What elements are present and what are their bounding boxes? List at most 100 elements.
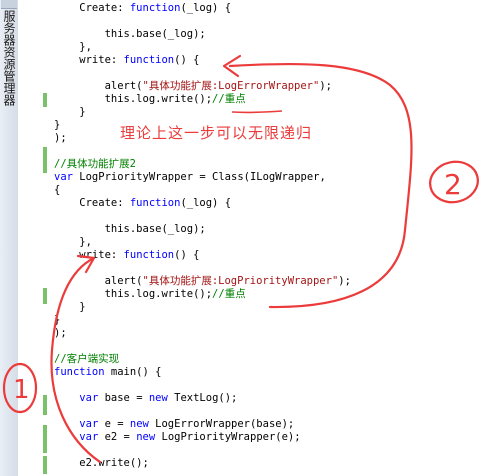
code-text: base = [98, 392, 149, 404]
code-line[interactable] [54, 444, 493, 457]
code-line[interactable]: Create: function(_log) { [54, 2, 493, 15]
code-text: (_log) { [180, 197, 232, 209]
code-line[interactable] [54, 405, 493, 418]
code-comment: //具体功能扩展2 [54, 158, 136, 170]
change-marker [43, 395, 47, 415]
code-line[interactable]: alert("具体功能扩展:LogPriorityWrapper"); [54, 275, 493, 288]
code-line[interactable]: var LogPriorityWrapper = Class(ILogWrapp… [54, 171, 493, 184]
code-text: this.log.write(); [54, 93, 213, 105]
code-line[interactable] [54, 340, 493, 353]
code-line[interactable]: this.log.write();//重点 [54, 288, 493, 301]
code-keyword: function [123, 249, 175, 261]
code-keyword: new [136, 431, 156, 443]
code-text: } [54, 314, 61, 326]
change-marker [43, 425, 47, 453]
code-text: e2.write(); [54, 457, 149, 469]
code-line[interactable]: var base = new TextLog(); [54, 392, 493, 405]
code-text: TextLog(); [167, 392, 238, 404]
code-line[interactable]: }, [54, 236, 493, 249]
code-line[interactable]: alert("具体功能扩展:LogErrorWrapper"); [54, 80, 493, 93]
code-line[interactable]: function main() { [54, 366, 493, 379]
code-keyword: function [129, 2, 181, 14]
change-marker [43, 456, 47, 474]
server-explorer-tab-label[interactable]: 服务器资源管理器 [2, 10, 16, 106]
code-line[interactable]: var e2 = new LogPriorityWrapper(e); [54, 431, 493, 444]
code-text: alert( [54, 80, 143, 92]
code-text: LogPriorityWrapper(e); [155, 431, 301, 443]
code-line[interactable]: Create: function(_log) { [54, 197, 493, 210]
code-line[interactable]: } [54, 301, 493, 314]
code-keyword: function [123, 54, 175, 66]
change-marker [43, 288, 47, 304]
code-keyword: var [79, 431, 99, 443]
code-line[interactable]: { [54, 184, 493, 197]
code-keyword: var [79, 418, 99, 430]
code-line[interactable]: } [54, 106, 493, 119]
code-comment: //重点 [212, 93, 246, 105]
code-line[interactable]: e2.write(); [54, 457, 493, 470]
code-line[interactable]: write: function() { [54, 54, 493, 67]
code-line[interactable]: ); [54, 327, 493, 340]
code-text: LogPriorityWrapper = Class(ILogWrapper, [72, 171, 326, 183]
code-text: e2 = [98, 431, 137, 443]
code-keyword: function [129, 197, 181, 209]
code-text: (_log) { [180, 2, 232, 14]
code-text: this.base(_log); [54, 28, 206, 40]
code-line[interactable]: this.log.write();//重点 [54, 93, 493, 106]
code-line[interactable]: //客户端实现 [54, 353, 493, 366]
code-text: this.base(_log); [54, 223, 206, 235]
code-line[interactable] [54, 145, 493, 158]
code-text: Create: [54, 197, 130, 209]
code-line[interactable]: write: function() { [54, 249, 493, 262]
editor-gutter [18, 0, 44, 476]
code-keyword: var [54, 171, 73, 183]
code-string: "具体功能扩展:LogPriorityWrapper" [142, 275, 339, 287]
code-line[interactable] [54, 379, 493, 392]
code-text: }, [54, 236, 92, 248]
code-editor[interactable]: Create: function(_log) { this.base(_log)… [54, 2, 493, 470]
change-marker [43, 147, 47, 173]
code-text: this.log.write(); [54, 288, 213, 300]
code-text: } [54, 119, 61, 131]
code-text: () { [174, 249, 200, 261]
code-keyword: var [79, 392, 99, 404]
code-text: } [54, 106, 86, 118]
code-line[interactable]: } [54, 314, 493, 327]
code-text: { [54, 184, 61, 196]
code-line[interactable]: var e = new LogErrorWrapper(base); [54, 418, 493, 431]
code-line[interactable]: this.base(_log); [54, 28, 493, 41]
code-text: ); [319, 80, 332, 92]
code-text: ); [338, 275, 351, 287]
code-text: write: [54, 54, 124, 66]
code-text: write: [54, 249, 124, 261]
code-keyword: new [129, 418, 149, 430]
code-line[interactable] [54, 15, 493, 28]
code-comment: //重点 [212, 288, 246, 300]
sidebar-collapse-handle[interactable] [1, 0, 17, 9]
code-line[interactable]: this.base(_log); [54, 223, 493, 236]
code-text: e = [98, 418, 130, 430]
code-keyword: new [148, 392, 168, 404]
code-text: }, [54, 41, 92, 53]
code-line[interactable] [54, 210, 493, 223]
server-explorer-sidebar[interactable]: 服务器资源管理器 [0, 0, 19, 476]
code-text: ); [54, 132, 67, 144]
code-text: ); [54, 327, 67, 339]
change-marker [43, 93, 47, 107]
code-text: } [54, 301, 86, 313]
code-line[interactable]: }, [54, 41, 493, 54]
code-line[interactable] [54, 262, 493, 275]
code-comment: //客户端实现 [54, 353, 120, 365]
code-text: Create: [54, 2, 130, 14]
code-text: LogErrorWrapper(base); [148, 418, 295, 430]
code-text: () { [174, 54, 200, 66]
code-string: "具体功能扩展:LogErrorWrapper" [142, 80, 320, 92]
code-line[interactable]: //具体功能扩展2 [54, 158, 493, 171]
code-keyword: function [54, 366, 105, 378]
code-text: main() { [104, 366, 162, 378]
code-text: alert( [54, 275, 143, 287]
code-line[interactable] [54, 67, 493, 80]
